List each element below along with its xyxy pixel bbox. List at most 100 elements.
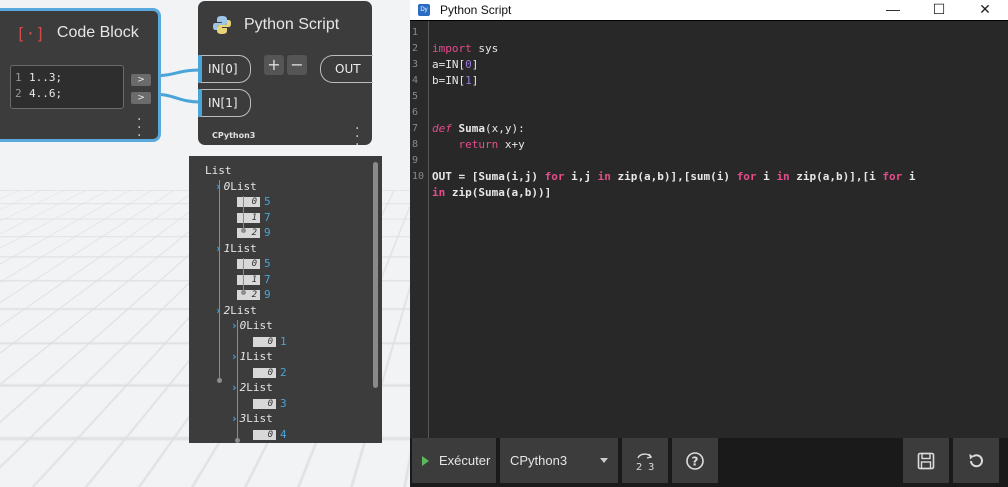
item-value: 5 [264,257,271,270]
python-icon [212,15,232,35]
tree-guide-dot [217,378,222,383]
output-port-out[interactable]: OUT [320,55,373,83]
item-index: 1 [237,212,260,223]
chevron-down-icon [600,458,608,463]
list-label: List [246,381,273,394]
python-node-title: Python Script [244,16,340,33]
help-button[interactable]: ? [672,438,718,483]
list-label: List [246,319,273,332]
code-line-4: b=IN[1] [432,74,479,87]
maximize-button[interactable]: ☐ [916,0,962,20]
item-value: 9 [264,226,271,239]
editor-toolbar: Exécuter CPython3 2 3 ? [410,438,1008,487]
save-icon [917,452,935,469]
item-value: 4 [280,427,287,441]
convert-tabs-button[interactable]: 2 3 [622,438,668,483]
item-value: 9 [264,288,271,301]
code-line: 2 4..6; [15,87,63,100]
engine-dropdown[interactable]: CPython3 [500,438,618,483]
python-editor-window[interactable]: Dy Python Script — ☐ ✕ 1 2 3 4 5 6 7 8 9… [410,0,1008,487]
list-label: List [246,412,273,425]
engine-label: CPython3 [212,131,256,140]
item-value: 1 [280,334,287,348]
svg-text:3: 3 [648,462,654,472]
svg-text:2: 2 [636,462,642,472]
code-block-editor[interactable]: 1 1..3; 2 4..6; [10,65,124,109]
tree-guide-line [219,180,220,380]
window-title: Python Script [440,3,512,17]
item-value: 7 [264,210,271,224]
preview-list-row[interactable]: ›1List [215,242,257,255]
preview-scrollbar[interactable] [373,162,378,388]
editor-titlebar[interactable]: Dy Python Script — ☐ ✕ [410,0,1008,20]
preview-item-row: 02 [253,366,287,379]
preview-item-row: 04 [253,428,287,441]
play-icon [422,455,429,466]
preview-list-row[interactable]: ›2List [215,304,257,317]
svg-text:?: ? [692,454,699,468]
code-line-2: import sys [432,42,499,55]
item-value: 2 [280,365,287,379]
code-lines: import sys a=IN[0] b=IN[1] def Suma(x,y)… [432,21,916,201]
item-index: 0 [253,398,276,409]
revert-button[interactable] [953,438,999,483]
close-button[interactable]: ✕ [962,0,1008,20]
tab-convert-icon: 2 3 [636,452,654,472]
save-button[interactable] [903,438,949,483]
code-block-node[interactable]: [·] Code Block 1 1..3; 2 4..6; > > · · · [0,8,161,143]
dynamo-icon: Dy [418,4,430,16]
preview-list-row[interactable]: ›0List [215,180,257,193]
input-port-in0[interactable]: IN[0] [198,55,251,83]
code-line-7: def Suma(x,y): [432,122,525,135]
tree-guide-line [243,196,244,230]
output-port-1[interactable]: > [131,74,151,86]
item-index: 0 [237,197,260,207]
input-port-in1[interactable]: IN[1] [198,89,251,117]
tree-guide-line [237,320,238,440]
code-block-icon: [·] [16,23,45,43]
item-value: 5 [264,195,271,208]
tree-guide-dot [241,228,246,233]
list-label: List [230,179,257,193]
code-block-header[interactable]: [·] Code Block [0,11,158,55]
item-value: 7 [264,272,271,286]
tree-guide-dot [241,290,246,295]
preview-item-row: 01 [253,335,287,348]
revert-icon [969,453,983,467]
item-value: 3 [280,396,287,410]
code-line: 1 1..3; [15,71,63,84]
preview-item-row: 03 [253,397,287,410]
item-index: 0 [253,429,276,440]
node-preview-list[interactable]: List›0List051729›1List051729›2List›0List… [189,156,382,443]
item-index: 0 [253,336,276,347]
code-line-10: OUT = [Suma(i,j) for i,j in zip(a,b)],[s… [432,170,916,183]
item-index: 0 [237,259,260,269]
list-label: List [230,241,257,255]
line-number-gutter: 1 2 3 4 5 6 7 8 9 10 [410,21,429,439]
node-menu-icon[interactable]: · · · [355,122,359,152]
run-button[interactable]: Exécuter [412,438,496,483]
minimize-button[interactable]: — [870,0,916,20]
code-line-3: a=IN[0] [432,58,479,71]
code-line-10-wrap: in zip(Suma(a,b))] [432,186,552,199]
code-editor[interactable]: 1 2 3 4 5 6 7 8 9 10 import sys a=IN[0] … [410,20,1008,439]
node-menu-icon[interactable]: · · · [137,113,141,143]
add-input-button[interactable]: + [264,55,284,75]
code-line-8: return x+y [458,138,525,151]
tree-guide-dot [235,438,240,443]
item-index: 0 [253,367,276,378]
output-port-2[interactable]: > [131,92,151,104]
list-label: List [230,303,257,317]
code-block-title: Code Block [56,24,139,41]
remove-input-button[interactable]: − [287,55,307,75]
help-icon: ? [686,451,704,470]
python-node-header[interactable]: Python Script [198,1,372,49]
list-label: List [246,350,273,363]
python-script-node[interactable]: Python Script IN[0] IN[1] + − OUT CPytho… [198,1,373,152]
preview-root-label: List [205,164,232,177]
tree-guide-line [243,258,244,292]
